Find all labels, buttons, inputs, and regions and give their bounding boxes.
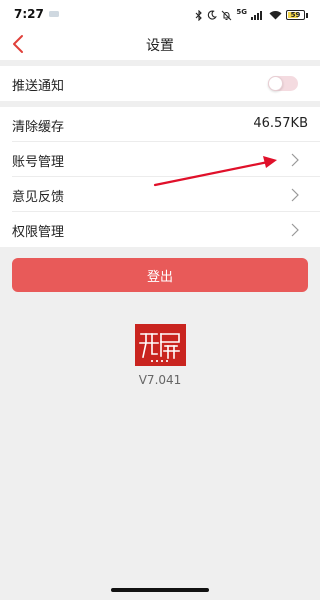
network-type-label: 5G xyxy=(236,8,247,16)
clear-cache-row[interactable]: 清除缓存 46.57KB xyxy=(0,107,320,142)
battery-cap xyxy=(306,12,308,18)
battery-percentage: 59 xyxy=(290,11,301,19)
permission-management-label: 权限管理 xyxy=(12,225,65,240)
mute-bell-icon xyxy=(222,10,232,20)
status-icons: 5G 59 xyxy=(195,8,308,22)
cache-size-value: 46.57KB xyxy=(253,116,308,131)
push-notification-toggle[interactable] xyxy=(268,76,298,91)
account-management-row[interactable]: 账号管理 xyxy=(0,142,320,177)
permission-management-row[interactable]: 权限管理 xyxy=(0,212,320,247)
clear-cache-label: 清除缓存 xyxy=(12,120,65,135)
account-management-label: 账号管理 xyxy=(12,155,65,170)
gesture-nav-bar[interactable] xyxy=(111,588,209,592)
app-logo xyxy=(135,324,186,366)
wifi-icon xyxy=(269,11,282,20)
logout-button[interactable]: 登出 xyxy=(12,258,308,292)
status-time: 7:27 xyxy=(14,7,44,21)
chevron-right-icon xyxy=(291,153,299,167)
push-notification-label: 推送通知 xyxy=(12,79,65,94)
title-bar: 设置 xyxy=(0,30,320,60)
push-notification-row: 推送通知 xyxy=(0,66,320,101)
battery-icon: 59 xyxy=(286,10,305,20)
feedback-row[interactable]: 意见反馈 xyxy=(0,177,320,212)
moon-icon xyxy=(208,10,218,20)
status-bar: 7:27 5G 59 xyxy=(0,0,320,30)
signal-icon xyxy=(251,11,262,20)
cloud-icon xyxy=(49,11,59,17)
chevron-right-icon xyxy=(291,188,299,202)
chevron-right-icon xyxy=(291,223,299,237)
page-title: 设置 xyxy=(146,38,174,54)
toggle-knob xyxy=(268,76,283,91)
app-version-label: V7.041 xyxy=(138,373,182,387)
bluetooth-icon xyxy=(195,9,203,21)
feedback-label: 意见反馈 xyxy=(12,190,65,205)
